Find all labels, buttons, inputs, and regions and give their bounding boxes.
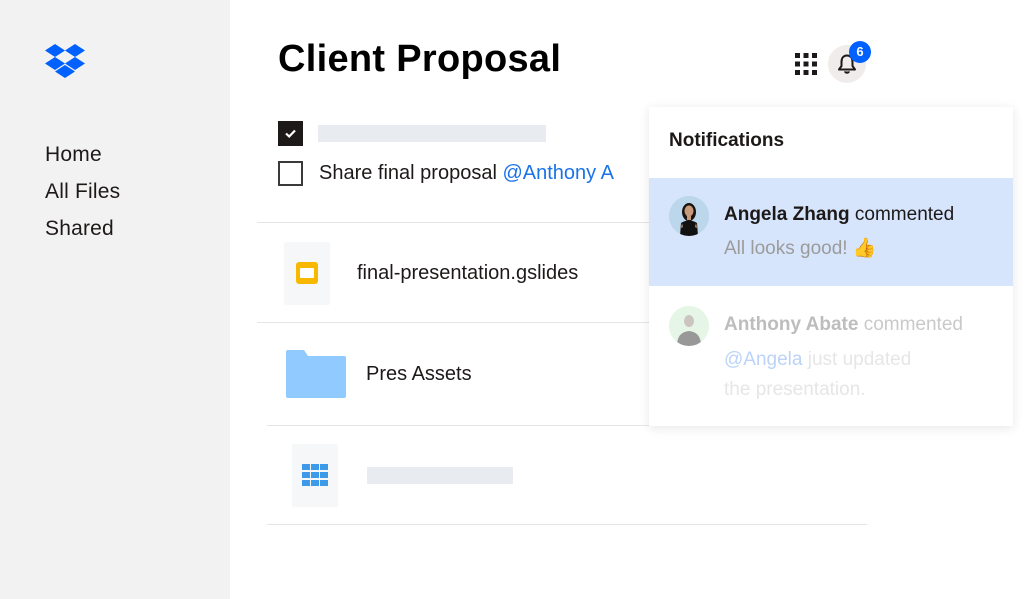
notification-author: Anthony Abate <box>724 314 859 335</box>
google-slides-icon <box>296 262 318 284</box>
folder-name: Pres Assets <box>366 362 472 385</box>
page-title: Client Proposal <box>278 38 562 80</box>
sidebar: Home All Files Shared <box>0 0 230 599</box>
file-name: final-presentation.gslides <box>357 261 579 284</box>
notification-item[interactable]: Angela Zhang commented All looks good! 👍 <box>649 178 1013 286</box>
notification-heading: Angela Zhang commented <box>724 204 954 226</box>
file-row[interactable]: final-presentation.gslides <box>284 242 578 304</box>
divider <box>267 524 867 525</box>
folder-icon <box>286 350 346 398</box>
notification-count-badge: 6 <box>849 41 871 63</box>
file-thumbnail <box>292 444 338 506</box>
notification-message: All looks good! 👍 <box>724 238 877 259</box>
notifications-panel: Notifications Angela Zhang commented All… <box>649 107 1013 426</box>
divider <box>257 322 657 323</box>
notifications-title: Notifications <box>669 130 785 151</box>
todo-item <box>278 120 546 146</box>
grid-icon[interactable] <box>795 53 817 75</box>
todo-item: Share final proposal @Anthony A <box>278 160 614 186</box>
avatar <box>669 306 709 346</box>
file-row[interactable] <box>292 444 513 506</box>
dropbox-logo-icon[interactable] <box>45 44 85 78</box>
divider <box>257 222 657 223</box>
sidebar-item-shared[interactable]: Shared <box>45 210 120 247</box>
sidebar-item-all-files[interactable]: All Files <box>45 173 120 210</box>
todo-text-placeholder <box>318 124 546 142</box>
mention-link[interactable]: @Anthony A <box>502 162 613 184</box>
todo-checkbox[interactable] <box>278 160 303 186</box>
todo-text: Share final proposal @Anthony A <box>319 161 614 184</box>
notification-author: Angela Zhang <box>724 204 850 225</box>
notification-action: commented <box>863 314 963 335</box>
folder-row[interactable]: Pres Assets <box>286 350 472 398</box>
checkmark-icon <box>285 129 296 138</box>
todo-checkbox-checked[interactable] <box>278 120 303 146</box>
notification-action: commented <box>854 204 955 225</box>
file-name-placeholder <box>367 466 513 484</box>
notification-message: @Angela just updated the presentation. <box>724 349 912 400</box>
avatar <box>669 196 709 236</box>
mention-link[interactable]: @Angela <box>724 349 802 370</box>
sidebar-item-home[interactable]: Home <box>45 136 120 173</box>
notification-item[interactable]: Anthony Abate commented @Angela just upd… <box>649 286 1013 426</box>
spreadsheet-icon <box>302 464 328 486</box>
notification-heading: Anthony Abate commented <box>724 314 963 336</box>
sidebar-nav: Home All Files Shared <box>45 136 120 247</box>
file-thumbnail <box>284 242 330 304</box>
